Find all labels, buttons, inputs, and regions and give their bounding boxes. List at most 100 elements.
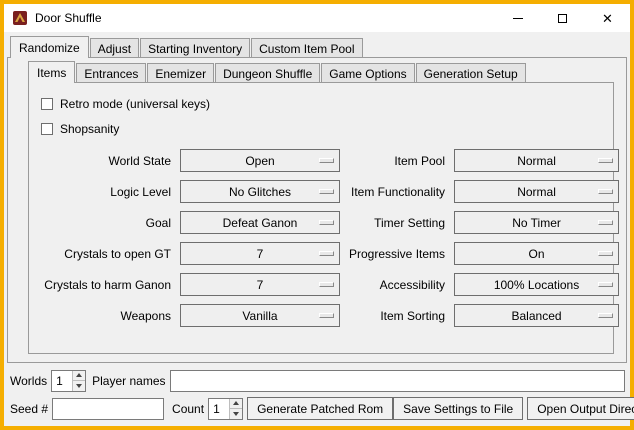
- item-pool-dropdown[interactable]: Normal: [454, 149, 619, 172]
- dropdown-indicator-icon: [319, 251, 334, 256]
- weapons-label: Weapons: [39, 309, 171, 323]
- dropdown-indicator-icon: [598, 282, 613, 287]
- dropdown-indicator-icon: [598, 158, 613, 163]
- goal-value: Defeat Ganon: [223, 216, 298, 230]
- minimize-button[interactable]: [495, 4, 540, 32]
- generate-row: Seed # Count Generate Patched Rom Save S…: [10, 397, 625, 420]
- world-state-dropdown[interactable]: Open: [180, 149, 340, 172]
- inner-tab-bar: Items Entrances Enemizer Dungeon Shuffle…: [8, 58, 626, 82]
- retro-mode-row: Retro mode (universal keys): [39, 91, 603, 116]
- titlebar: Door Shuffle ✕: [4, 4, 630, 32]
- minimize-icon: [513, 18, 523, 19]
- count-spin-down[interactable]: [230, 408, 242, 419]
- world-state-value: Open: [245, 154, 274, 168]
- logic-level-label: Logic Level: [39, 185, 171, 199]
- dropdown-indicator-icon: [598, 220, 613, 225]
- dropdown-indicator-icon: [598, 313, 613, 318]
- dropdown-indicator-icon: [319, 220, 334, 225]
- tab-enemizer[interactable]: Enemizer: [147, 63, 214, 83]
- crystals-harm-ganon-dropdown[interactable]: 7: [180, 273, 340, 296]
- window-title: Door Shuffle: [35, 11, 102, 25]
- worlds-spin-up[interactable]: [73, 371, 85, 381]
- player-names-input[interactable]: [170, 370, 626, 392]
- worlds-spin-buttons: [72, 371, 85, 391]
- spin-up-icon: [233, 401, 239, 405]
- item-sorting-label: Item Sorting: [349, 309, 445, 323]
- progressive-items-label: Progressive Items: [349, 247, 445, 261]
- worlds-input[interactable]: [52, 371, 72, 391]
- weapons-value: Vanilla: [242, 309, 277, 323]
- tab-starting-inventory[interactable]: Starting Inventory: [140, 38, 250, 58]
- dropdown-indicator-icon: [319, 189, 334, 194]
- items-pane: Retro mode (universal keys) Shopsanity W…: [28, 82, 614, 354]
- worlds-row: Worlds Player names: [10, 369, 625, 392]
- dropdown-indicator-icon: [598, 189, 613, 194]
- dropdown-indicator-icon: [319, 313, 334, 318]
- item-functionality-label: Item Functionality: [349, 185, 445, 199]
- logic-level-dropdown[interactable]: No Glitches: [180, 180, 340, 203]
- crystals-harm-ganon-label: Crystals to harm Ganon: [39, 278, 171, 292]
- logic-level-value: No Glitches: [229, 185, 291, 199]
- item-functionality-value: Normal: [517, 185, 556, 199]
- bottom-bar: Worlds Player names Seed # Count: [4, 363, 630, 426]
- tab-adjust[interactable]: Adjust: [90, 38, 139, 58]
- shopsanity-label: Shopsanity: [60, 122, 119, 136]
- world-state-label: World State: [39, 154, 171, 168]
- dropdown-indicator-icon: [598, 251, 613, 256]
- dropdown-indicator-icon: [319, 282, 334, 287]
- tab-items[interactable]: Items: [28, 61, 75, 83]
- timer-setting-label: Timer Setting: [349, 216, 445, 230]
- app-icon: [12, 10, 28, 26]
- item-pool-value: Normal: [517, 154, 556, 168]
- tab-entrances[interactable]: Entrances: [76, 63, 146, 83]
- goal-label: Goal: [39, 216, 171, 230]
- count-spinner[interactable]: [208, 398, 243, 420]
- spin-down-icon: [233, 412, 239, 416]
- outer-tab-bar: Randomize Adjust Starting Inventory Cust…: [4, 32, 630, 57]
- accessibility-value: 100% Locations: [494, 278, 579, 292]
- close-button[interactable]: ✕: [585, 4, 630, 32]
- accessibility-label: Accessibility: [349, 278, 445, 292]
- door-shuffle-window: Door Shuffle ✕ Randomize Adjust Starting…: [0, 0, 634, 430]
- shopsanity-checkbox[interactable]: [41, 123, 53, 135]
- progressive-items-dropdown[interactable]: On: [454, 242, 619, 265]
- count-spin-up[interactable]: [230, 399, 242, 409]
- crystals-open-gt-label: Crystals to open GT: [39, 247, 171, 261]
- timer-setting-dropdown[interactable]: No Timer: [454, 211, 619, 234]
- spin-up-icon: [76, 373, 82, 377]
- tab-randomize[interactable]: Randomize: [10, 36, 89, 58]
- item-pool-label: Item Pool: [349, 154, 445, 168]
- timer-setting-value: No Timer: [512, 216, 561, 230]
- close-icon: ✕: [602, 12, 613, 25]
- weapons-dropdown[interactable]: Vanilla: [180, 304, 340, 327]
- spin-down-icon: [76, 384, 82, 388]
- count-input[interactable]: [209, 399, 229, 419]
- progressive-items-value: On: [529, 247, 545, 261]
- count-spin-buttons: [229, 399, 242, 419]
- shopsanity-row: Shopsanity: [39, 116, 603, 141]
- accessibility-dropdown[interactable]: 100% Locations: [454, 273, 619, 296]
- generate-patched-rom-button[interactable]: Generate Patched Rom: [247, 397, 393, 420]
- tab-game-options[interactable]: Game Options: [321, 63, 414, 83]
- randomize-pane: Items Entrances Enemizer Dungeon Shuffle…: [7, 57, 627, 363]
- crystals-harm-ganon-value: 7: [257, 278, 264, 292]
- save-settings-button[interactable]: Save Settings to File: [393, 397, 523, 420]
- dropdown-indicator-icon: [319, 158, 334, 163]
- player-names-label: Player names: [92, 374, 165, 388]
- worlds-spinner[interactable]: [51, 370, 86, 392]
- retro-mode-checkbox[interactable]: [41, 98, 53, 110]
- goal-dropdown[interactable]: Defeat Ganon: [180, 211, 340, 234]
- item-functionality-dropdown[interactable]: Normal: [454, 180, 619, 203]
- crystals-open-gt-value: 7: [257, 247, 264, 261]
- seed-input[interactable]: [52, 398, 164, 420]
- maximize-button[interactable]: [540, 4, 585, 32]
- crystals-open-gt-dropdown[interactable]: 7: [180, 242, 340, 265]
- tab-dungeon-shuffle[interactable]: Dungeon Shuffle: [215, 63, 320, 83]
- worlds-label: Worlds: [10, 374, 47, 388]
- tab-generation-setup[interactable]: Generation Setup: [416, 63, 526, 83]
- open-output-directory-button[interactable]: Open Output Directory: [527, 397, 634, 420]
- tab-custom-item-pool[interactable]: Custom Item Pool: [251, 38, 362, 58]
- count-label: Count: [172, 402, 204, 416]
- item-sorting-dropdown[interactable]: Balanced: [454, 304, 619, 327]
- worlds-spin-down[interactable]: [73, 380, 85, 391]
